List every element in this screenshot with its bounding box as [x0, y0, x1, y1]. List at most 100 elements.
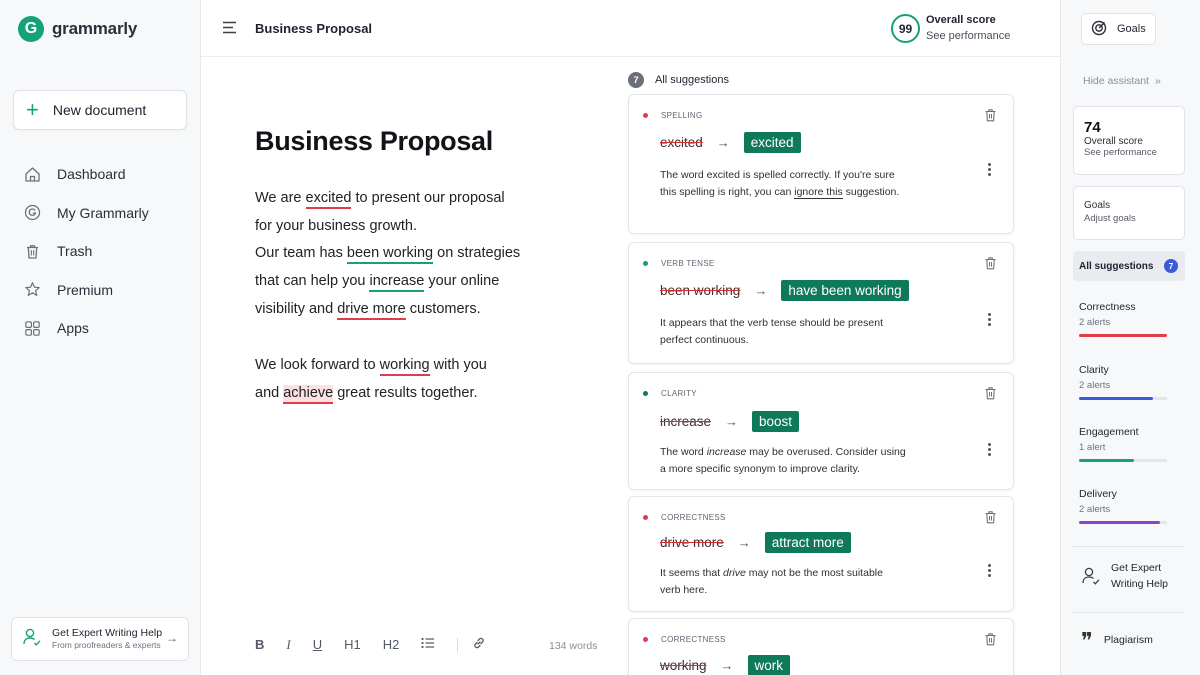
list-icon[interactable] [421, 637, 435, 652]
original-text: been working [660, 283, 741, 298]
more-options-icon[interactable] [988, 313, 991, 328]
goals-card[interactable]: Goals Adjust goals [1073, 186, 1185, 240]
heading1-button[interactable]: H1 [344, 637, 361, 652]
arrow-right-icon: → [716, 135, 730, 150]
double-chevron-right-icon: » [1154, 75, 1161, 87]
ignore-link[interactable]: ignore this [794, 185, 843, 199]
suggestion-category: CORRECTNESS [661, 513, 726, 522]
more-options-icon[interactable] [988, 564, 991, 579]
flagged-word[interactable]: drive more [337, 300, 406, 320]
arrow-right-icon: → [754, 283, 768, 298]
metric-correctness[interactable]: Correctness 2 alerts [1079, 300, 1167, 337]
original-text: excited [660, 135, 703, 150]
metric-name: Engagement [1079, 426, 1139, 438]
text-line: for your business growth. [255, 217, 417, 234]
metric-clarity[interactable]: Clarity 2 alerts [1079, 363, 1167, 400]
trash-icon[interactable] [984, 632, 997, 651]
arrow-right-icon: → [720, 658, 734, 673]
document-title[interactable]: Business Proposal [255, 21, 372, 36]
sidebar-item-apps[interactable]: Apps [0, 309, 200, 348]
metric-bar-fill [1079, 334, 1167, 337]
document-heading[interactable]: Business Proposal [255, 126, 493, 157]
see-performance-link[interactable]: See performance [926, 28, 1010, 44]
overall-score-summary[interactable]: Overall score See performance [926, 12, 1010, 44]
underline-button[interactable]: U [313, 637, 322, 652]
hamburger-menu-icon[interactable] [222, 21, 237, 39]
plagiarism-button[interactable]: ❞ Plagiarism [1081, 629, 1153, 654]
document-body[interactable]: We are excited to present our proposal f… [255, 185, 555, 408]
suggestion-description: It seems that drive may not be the most … [660, 567, 883, 596]
expert-help-button[interactable]: Get Expert Writing Help From proofreader… [11, 617, 189, 661]
metric-alerts: 2 alerts [1079, 504, 1111, 515]
metric-delivery[interactable]: Delivery 2 alerts [1079, 487, 1167, 524]
suggestion-description: The word excited is spelled correctly. I… [660, 169, 900, 199]
trash-icon[interactable] [984, 386, 997, 405]
suggestion-card[interactable]: CLARITY increase → boost The word increa… [628, 372, 1014, 490]
flagged-word[interactable]: excited [305, 190, 352, 209]
expert-person-icon [22, 627, 42, 652]
goals-label: Goals [1084, 200, 1111, 211]
accept-suggestion-button[interactable]: boost [752, 411, 800, 432]
accept-suggestion-button[interactable]: excited [743, 132, 801, 153]
flagged-word[interactable]: been working [346, 245, 434, 265]
category-dot [643, 515, 648, 520]
suggestions-header-label: All suggestions [655, 74, 729, 86]
sidebar-item-trash[interactable]: Trash [0, 232, 200, 271]
overall-score-label: Overall score [926, 14, 996, 26]
bold-button[interactable]: B [255, 637, 264, 652]
trash-icon[interactable] [984, 510, 997, 529]
expert-help-link[interactable]: Get Expert Writing Help [1081, 560, 1181, 592]
hide-assistant-label: Hide assistant [1083, 75, 1149, 87]
text-line: visibility and drive more customers. [255, 296, 555, 324]
sidebar-item-my-grammarly[interactable]: My Grammarly [0, 194, 200, 233]
plus-icon: + [26, 97, 39, 122]
suggestion-card[interactable]: VERB TENSE been working → have been work… [628, 242, 1014, 364]
sidebar-item-premium[interactable]: Premium [0, 271, 200, 310]
more-options-icon[interactable] [988, 443, 991, 458]
sidebar-item-label: Trash [57, 243, 93, 260]
overall-score-badge[interactable]: 99 [891, 14, 920, 43]
italic-button[interactable]: I [286, 637, 290, 653]
original-text: working [660, 658, 707, 673]
metric-bar-fill [1079, 459, 1135, 462]
quote-icon: ❞ [1081, 629, 1093, 654]
metric-engagement[interactable]: Engagement 1 alert [1079, 425, 1167, 462]
word-count[interactable]: 134 words [549, 640, 597, 652]
grammarly-logo[interactable]: G grammarly [18, 16, 137, 42]
plagiarism-label: Plagiarism [1103, 634, 1153, 646]
adjust-goals-link[interactable]: Adjust goals [1084, 213, 1174, 224]
flagged-word[interactable]: working [379, 357, 430, 377]
suggestion-card[interactable]: CORRECTNESS working → work [628, 618, 1014, 675]
arrow-right-icon: → [166, 631, 178, 645]
sidebar-item-dashboard[interactable]: Dashboard [0, 155, 200, 194]
flagged-word[interactable]: achieve [283, 385, 334, 405]
header-divider [201, 56, 1060, 57]
score-label: Overall score [1084, 136, 1143, 147]
trash-icon[interactable] [984, 108, 997, 127]
grammarly-logo-icon: G [18, 16, 44, 42]
suggestion-card[interactable]: CORRECTNESS drive more → attract more It… [628, 496, 1014, 612]
new-document-label: New document [52, 102, 147, 118]
metric-alerts: 2 alerts [1079, 380, 1111, 391]
metric-bar [1079, 397, 1167, 400]
new-document-button[interactable]: + New document [13, 90, 187, 130]
flagged-word[interactable]: increase [369, 273, 425, 293]
expert-help-subtitle: From proofreaders & experts [52, 640, 161, 651]
more-options-icon[interactable] [988, 163, 991, 178]
all-suggestions-tab[interactable]: All suggestions 7 [1073, 251, 1185, 281]
overall-score-card[interactable]: 74 Overall score See performance [1073, 106, 1185, 175]
suggestions-header: 7 All suggestions [628, 72, 729, 88]
metric-bar [1079, 459, 1167, 462]
heading2-button[interactable]: H2 [383, 637, 400, 652]
score-see-performance[interactable]: See performance [1084, 147, 1174, 158]
suggestion-card[interactable]: SPELLING excited → excited The word exci… [628, 94, 1014, 234]
accept-suggestion-button[interactable]: have been working [781, 280, 909, 301]
link-icon[interactable] [472, 636, 486, 653]
trash-icon[interactable] [984, 256, 997, 275]
apps-grid-icon [23, 319, 41, 337]
goals-button[interactable]: Goals [1081, 13, 1156, 45]
accept-suggestion-button[interactable]: attract more [764, 532, 851, 553]
accept-suggestion-button[interactable]: work [747, 655, 791, 675]
hide-assistant-button[interactable]: Hide assistant » [1083, 75, 1161, 87]
suggestion-description: It appears that the verb tense should be… [660, 317, 883, 346]
